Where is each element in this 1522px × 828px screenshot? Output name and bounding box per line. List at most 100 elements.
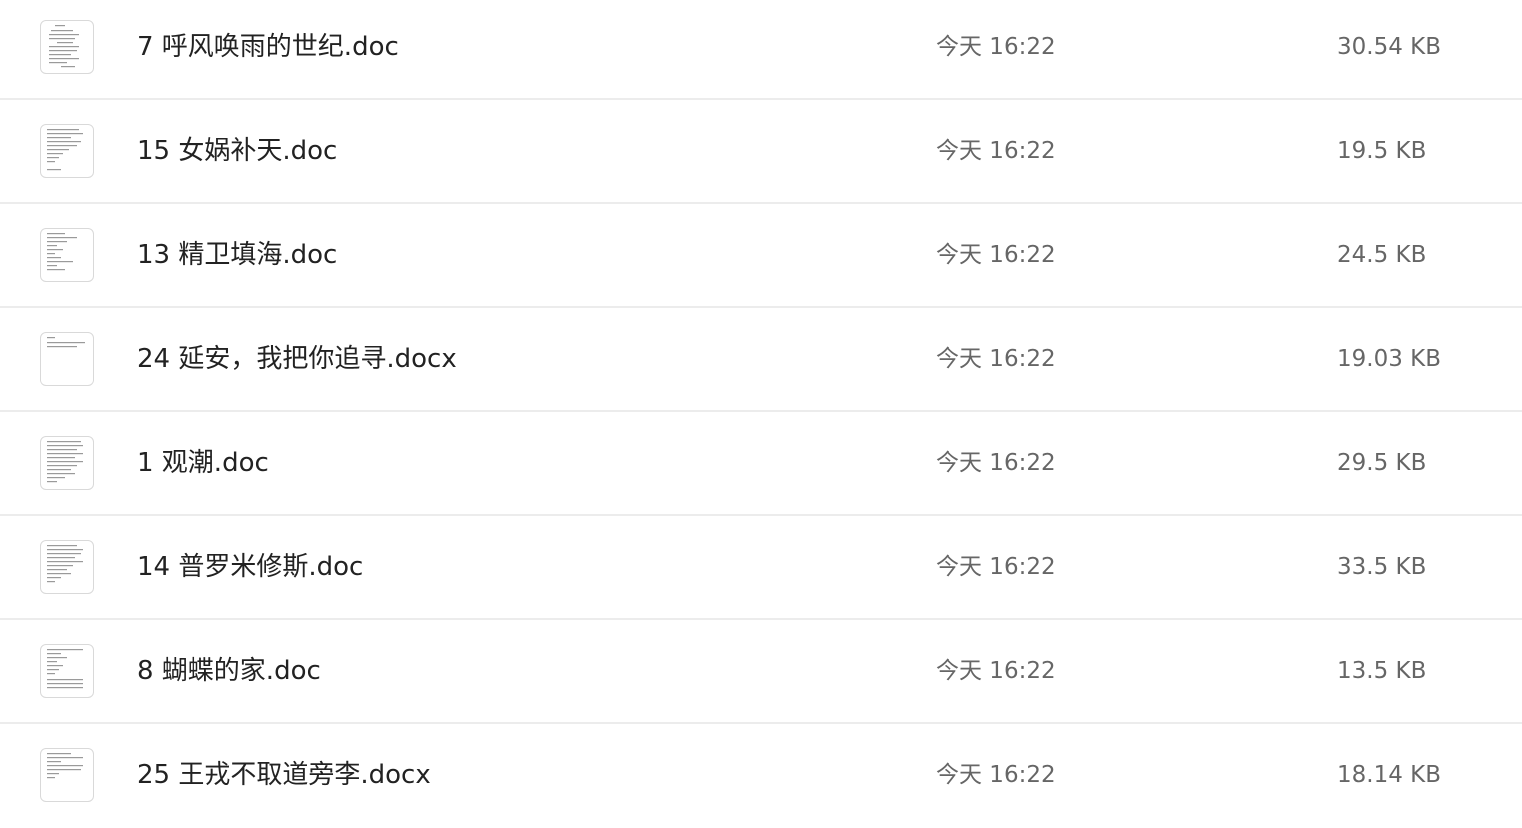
file-name: 1 观潮.doc — [137, 448, 269, 478]
preview-text-line — [47, 337, 55, 339]
file-modified-date: 今天 16:22 — [936, 554, 1056, 580]
file-modified-date: 今天 16:22 — [936, 34, 1056, 60]
preview-text-line — [47, 141, 81, 143]
file-name: 8 蝴蝶的家.doc — [137, 656, 321, 686]
preview-text-line — [47, 661, 57, 663]
preview-text-line — [61, 66, 75, 68]
preview-text-line — [47, 257, 61, 259]
file-name: 24 延安，我把你追寻.docx — [137, 344, 457, 374]
document-preview-graphic — [47, 233, 77, 271]
preview-text-line — [49, 50, 77, 52]
preview-text-line — [47, 687, 83, 689]
preview-text-line — [47, 157, 59, 159]
preview-text-line — [47, 137, 71, 139]
document-thumbnail-icon — [40, 228, 94, 282]
preview-text-line — [47, 657, 67, 659]
preview-text-line — [47, 145, 77, 147]
preview-text-line — [49, 54, 71, 56]
preview-text-line — [47, 481, 57, 483]
file-size: 29.5 KB — [1337, 450, 1427, 476]
preview-text-line — [55, 25, 65, 27]
preview-text-line — [47, 461, 83, 463]
preview-text-line — [57, 42, 73, 44]
preview-text-line — [47, 581, 55, 583]
preview-text-line — [47, 577, 61, 579]
preview-text-line — [47, 161, 55, 163]
file-row[interactable]: 14 普罗米修斯.doc 今天 16:22 33.5 KB — [0, 516, 1522, 620]
preview-text-line — [47, 469, 71, 471]
preview-text-line — [47, 573, 71, 575]
file-row[interactable]: 24 延安，我把你追寻.docx 今天 16:22 19.03 KB — [0, 308, 1522, 412]
file-row[interactable]: 25 王戎不取道旁李.docx 今天 16:22 18.14 KB — [0, 724, 1522, 828]
file-size: 18.14 KB — [1337, 762, 1442, 788]
preview-text-line — [47, 683, 83, 685]
preview-text-line — [47, 769, 81, 771]
preview-text-line — [47, 237, 77, 239]
file-size: 19.5 KB — [1337, 138, 1427, 164]
preview-text-line — [47, 449, 77, 451]
preview-text-line — [47, 665, 63, 667]
file-modified-date: 今天 16:22 — [936, 138, 1056, 164]
preview-text-line — [47, 457, 75, 459]
preview-text-line — [47, 261, 73, 263]
preview-text-line — [47, 765, 83, 767]
preview-text-line — [47, 169, 61, 171]
preview-text-line — [47, 153, 63, 155]
preview-text-line — [49, 58, 79, 60]
file-size: 13.5 KB — [1337, 658, 1427, 684]
preview-text-line — [47, 342, 85, 344]
file-modified-date: 今天 16:22 — [936, 658, 1056, 684]
preview-text-line — [47, 265, 57, 267]
file-modified-date: 今天 16:22 — [936, 762, 1056, 788]
document-thumbnail-icon — [40, 20, 94, 74]
file-modified-date: 今天 16:22 — [936, 346, 1056, 372]
preview-text-line — [47, 653, 61, 655]
file-name: 13 精卫填海.doc — [137, 240, 338, 270]
file-size: 33.5 KB — [1337, 554, 1427, 580]
preview-text-line — [47, 441, 81, 443]
preview-text-line — [47, 565, 73, 567]
preview-text-line — [47, 549, 83, 551]
file-size: 30.54 KB — [1337, 34, 1442, 60]
preview-text-line — [49, 62, 67, 64]
preview-text-line — [47, 649, 83, 651]
file-row[interactable]: 7 呼风唤雨的世纪.doc 今天 16:22 30.54 KB — [0, 0, 1522, 100]
preview-text-line — [47, 249, 63, 251]
preview-text-line — [47, 241, 67, 243]
preview-text-line — [47, 465, 77, 467]
preview-text-line — [47, 346, 77, 348]
preview-text-line — [47, 761, 61, 763]
preview-text-line — [47, 557, 75, 559]
preview-text-line — [47, 129, 79, 131]
preview-text-line — [47, 253, 55, 255]
document-preview-graphic — [47, 753, 83, 779]
preview-text-line — [49, 34, 79, 36]
file-modified-date: 今天 16:22 — [936, 242, 1056, 268]
preview-text-line — [51, 30, 73, 32]
file-size: 24.5 KB — [1337, 242, 1427, 268]
preview-text-line — [47, 445, 83, 447]
preview-text-line — [47, 679, 83, 681]
preview-text-line — [47, 473, 75, 475]
document-preview-graphic — [47, 649, 83, 689]
file-name: 14 普罗米修斯.doc — [137, 552, 364, 582]
file-name: 7 呼风唤雨的世纪.doc — [137, 32, 399, 62]
file-row[interactable]: 8 蝴蝶的家.doc 今天 16:22 13.5 KB — [0, 620, 1522, 724]
preview-text-line — [47, 673, 55, 675]
document-thumbnail-icon — [40, 644, 94, 698]
file-row[interactable]: 13 精卫填海.doc 今天 16:22 24.5 KB — [0, 204, 1522, 308]
preview-text-line — [47, 453, 83, 455]
file-row[interactable]: 1 观潮.doc 今天 16:22 29.5 KB — [0, 412, 1522, 516]
preview-text-line — [47, 149, 69, 151]
preview-text-line — [47, 757, 83, 759]
preview-text-line — [47, 477, 65, 479]
document-thumbnail-icon — [40, 748, 94, 802]
preview-text-line — [47, 561, 83, 563]
file-size: 19.03 KB — [1337, 346, 1442, 372]
document-thumbnail-icon — [40, 540, 94, 594]
preview-text-line — [47, 545, 77, 547]
file-row[interactable]: 15 女娲补天.doc 今天 16:22 19.5 KB — [0, 100, 1522, 204]
document-preview-graphic — [49, 25, 79, 68]
preview-text-line — [49, 46, 79, 48]
file-name: 15 女娲补天.doc — [137, 136, 338, 166]
